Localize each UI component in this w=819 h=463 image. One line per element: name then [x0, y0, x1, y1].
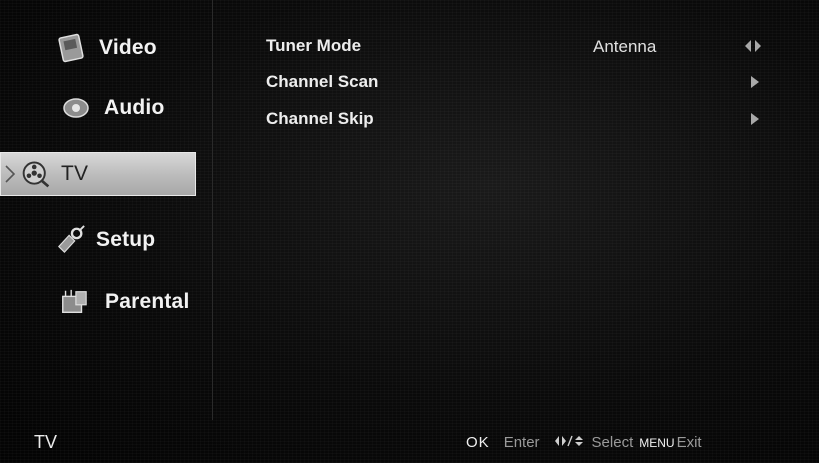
ok-key-label: OK [466, 434, 490, 451]
video-icon [57, 33, 87, 63]
menu-key-label: MENU [639, 435, 675, 450]
setting-row-channel-skip[interactable]: Channel Skip [266, 109, 786, 139]
sidebar-item-setup[interactable]: Setup [0, 218, 200, 262]
sidebar-item-label: TV [61, 162, 89, 185]
setting-label: Channel Skip [266, 109, 374, 128]
setting-label: Tuner Mode [266, 36, 362, 55]
footer-title: TV [34, 432, 58, 452]
parental-icon [59, 287, 89, 317]
footer-bar: TV OK Enter Select MENU Exit [0, 420, 819, 463]
sidebar-item-label: Video [99, 36, 157, 59]
sidebar-item-tv[interactable]: TV [0, 152, 196, 196]
select-action-label: Select [591, 434, 634, 451]
setting-row-channel-scan[interactable]: Channel Scan [266, 72, 786, 102]
ok-action-label: Enter [503, 434, 540, 451]
setting-row-tuner-mode[interactable]: Tuner Mode Antenna [266, 36, 786, 66]
sidebar-item-label: Setup [96, 228, 156, 251]
left-right-arrow-icon[interactable] [744, 38, 762, 57]
setup-icon [56, 225, 86, 255]
key-hints: OK Enter Select MENU Exit [466, 434, 702, 451]
sidebar-item-label: Audio [104, 96, 165, 119]
category-sidebar: Video Audio TV Setup Parental [0, 0, 213, 420]
menu-action-label: Exit [676, 434, 702, 451]
sidebar-item-label: Parental [105, 290, 190, 313]
right-arrow-icon [750, 74, 760, 93]
sidebar-item-video[interactable]: Video [0, 26, 200, 70]
audio-icon [61, 93, 91, 123]
tv-menu-screen: Video Audio TV Setup Parental Tuner Mode… [0, 0, 819, 463]
tv-icon [21, 159, 51, 189]
sidebar-item-parental[interactable]: Parental [0, 280, 200, 324]
right-arrow-icon [750, 111, 760, 130]
setting-label: Channel Scan [266, 72, 379, 91]
sidebar-item-audio[interactable]: Audio [0, 86, 200, 130]
navigate-arrows-icon [554, 434, 586, 451]
selection-arrow-icon [5, 165, 16, 187]
setting-value: Antenna [593, 37, 657, 56]
